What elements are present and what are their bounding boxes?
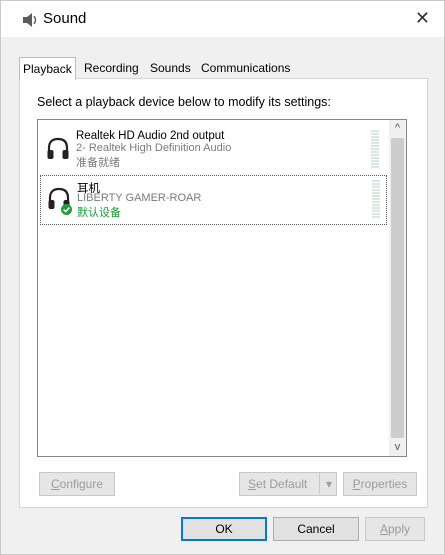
properties-button[interactable]: Properties [343, 472, 417, 496]
default-check-icon [61, 204, 72, 215]
device-description: LIBERTY GAMER-ROAR [77, 192, 202, 204]
device-status: 默认设备 [77, 207, 121, 219]
cancel-button[interactable]: Cancel [273, 517, 359, 541]
ok-button[interactable]: OK [181, 517, 267, 541]
playback-panel: Select a playback device below to modify… [19, 78, 428, 508]
window-title: Sound [43, 10, 87, 27]
device-status: 准备就绪 [76, 157, 120, 169]
device-list[interactable]: Realtek HD Audio 2nd output 2- Realtek H… [37, 119, 407, 457]
close-button[interactable]: ✕ [415, 8, 430, 28]
apply-button[interactable]: Apply [365, 517, 425, 541]
configure-button[interactable]: Configure [39, 472, 115, 496]
tab-sounds[interactable]: Sounds [147, 59, 194, 77]
instruction-text: Select a playback device below to modify… [37, 95, 331, 109]
scroll-down-button[interactable]: v [389, 439, 406, 456]
device-item-realtek[interactable]: Realtek HD Audio 2nd output 2- Realtek H… [40, 126, 385, 174]
level-meter [371, 130, 379, 168]
device-item-headphones[interactable]: 耳机 LIBERTY GAMER-ROAR 默认设备 [40, 175, 387, 225]
sound-dialog: Sound ✕ Playback Recording Sounds Commun… [0, 0, 445, 555]
scroll-thumb[interactable] [391, 138, 404, 438]
vertical-scrollbar[interactable]: ^ v [389, 120, 406, 456]
headphones-icon [47, 137, 69, 159]
chevron-down-icon[interactable]: ▾ [326, 473, 332, 495]
level-meter [372, 180, 380, 218]
tab-recording[interactable]: Recording [81, 59, 142, 77]
scroll-up-button[interactable]: ^ [389, 120, 406, 137]
speaker-icon [23, 13, 37, 27]
device-description: 2- Realtek High Definition Audio [76, 142, 232, 154]
tab-communications[interactable]: Communications [198, 59, 293, 77]
split-separator [319, 472, 320, 494]
device-name: Realtek HD Audio 2nd output [76, 130, 225, 142]
set-default-button[interactable]: Set Default ▾ [239, 472, 337, 496]
tab-playback[interactable]: Playback [19, 57, 76, 80]
title-bar[interactable]: Sound ✕ [1, 1, 444, 37]
